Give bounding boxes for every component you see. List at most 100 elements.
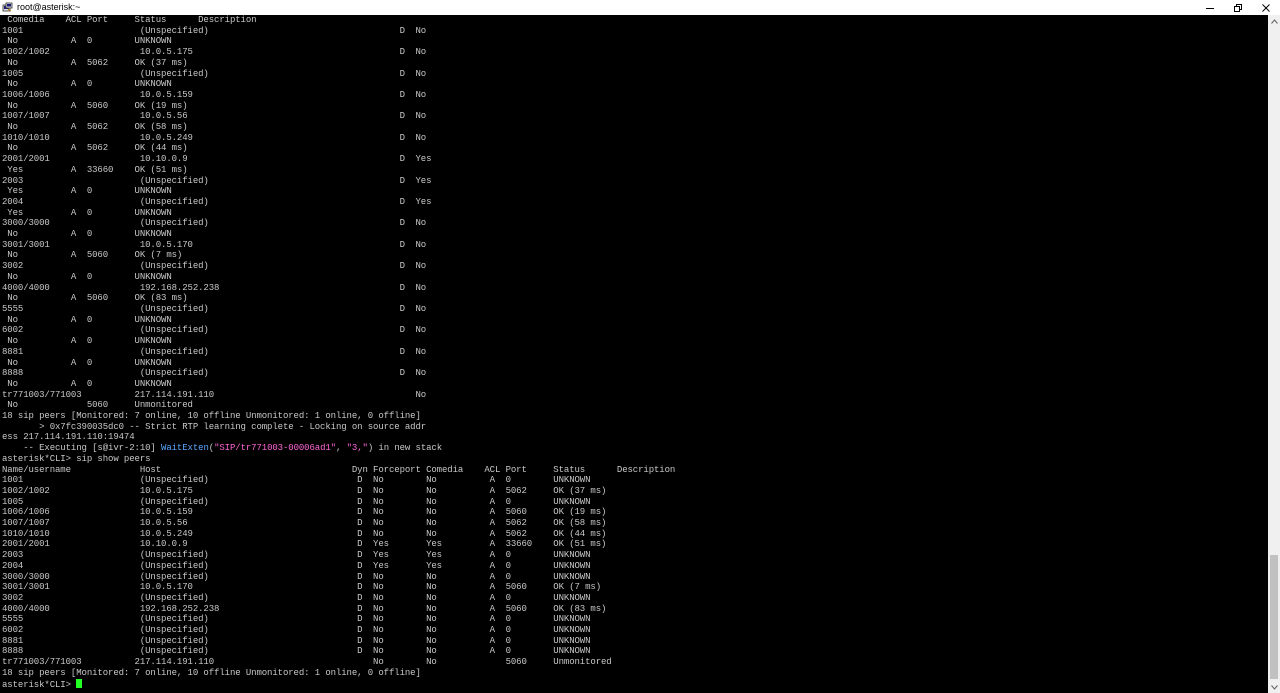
terminal-line: No A 0 UNKNOWN — [2, 379, 1268, 390]
terminal-line-text: No 5060 Unmonitored — [2, 400, 193, 411]
scroll-up-button[interactable] — [1268, 15, 1280, 27]
terminal-line-text: 4000/4000 192.168.252.238 D No — [2, 282, 427, 293]
terminal-line-text: 1007/1007 10.0.5.56 D No No A 5062 OK (5… — [2, 518, 607, 529]
terminal-line-text: 8881 (Unspecified) D No No A 0 UNKNOWN — [2, 635, 591, 646]
vertical-scrollbar[interactable] — [1268, 15, 1280, 693]
scroll-down-button[interactable] — [1268, 681, 1280, 693]
terminal-line-text: tr771003/771003 217.114.191.110 No — [2, 389, 427, 400]
terminal-line-text: 8888 (Unspecified) D No No A 0 UNKNOWN — [2, 646, 591, 657]
terminal-line: 3002 (Unspecified) D No — [2, 261, 1268, 272]
terminal-line-text: 1005 (Unspecified) D No No A 0 UNKNOWN — [2, 496, 591, 507]
terminal-line-text: 18 sip peers [Monitored: 7 online, 10 of… — [2, 667, 421, 678]
terminal-line-text: No A 0 UNKNOWN — [2, 36, 172, 47]
terminal-line: 3000/3000 (Unspecified) D No — [2, 218, 1268, 229]
terminal-line-text: 6002 (Unspecified) D No — [2, 325, 427, 336]
putty-terminal-icon[interactable] — [2, 2, 13, 13]
terminal-line-text: 2001/2001 10.10.0.9 D Yes — [2, 154, 432, 165]
terminal-line: No A 0 UNKNOWN — [2, 336, 1268, 347]
terminal-line: Yes A 0 UNKNOWN — [2, 208, 1268, 219]
close-icon — [1262, 3, 1270, 12]
terminal-line-text: ess 217.114.191.110:19474 — [2, 432, 135, 443]
terminal-line: asterisk*CLI> sip show peers — [2, 454, 1268, 465]
title-bar[interactable]: root@asterisk:~ — [0, 0, 1280, 15]
terminal-line-text: No A 5060 OK (19 ms) — [2, 100, 188, 111]
terminal-line: -- Executing [s@ivr-2:10] WaitExten("SIP… — [2, 443, 1268, 454]
terminal-line-text: 2003 (Unspecified) D Yes Yes A 0 UNKNOWN — [2, 550, 591, 561]
terminal-line: No A 5060 OK (83 ms) — [2, 293, 1268, 304]
terminal-line-text: 8888 (Unspecified) D No — [2, 368, 427, 379]
close-button[interactable] — [1252, 0, 1280, 15]
terminal-line: No A 5062 OK (37 ms) — [2, 58, 1268, 69]
terminal-line-text: 5555 (Unspecified) D No — [2, 303, 427, 314]
terminal-line-text: No A 0 UNKNOWN — [2, 357, 172, 368]
terminal-line-text: 1006/1006 10.0.5.159 D No — [2, 89, 427, 100]
terminal-line: 1001 (Unspecified) D No — [2, 26, 1268, 37]
terminal-line: 18 sip peers [Monitored: 7 online, 10 of… — [2, 411, 1268, 422]
terminal-line-text: 1010/1010 10.0.5.249 D No No A 5062 OK (… — [2, 528, 607, 539]
terminal-line: 8881 (Unspecified) D No No A 0 UNKNOWN — [2, 636, 1268, 647]
terminal-line-text: No A 0 UNKNOWN — [2, 314, 172, 325]
terminal-line-text: 8881 (Unspecified) D No — [2, 346, 427, 357]
terminal-line: 1002/1002 10.0.5.175 D No No A 5062 OK (… — [2, 486, 1268, 497]
terminal-line: No A 0 UNKNOWN — [2, 36, 1268, 47]
terminal-line: Yes A 33660 OK (51 ms) — [2, 165, 1268, 176]
terminal-line: 1006/1006 10.0.5.159 D No — [2, 90, 1268, 101]
terminal-line-text: 1002/1002 10.0.5.175 D No No A 5062 OK (… — [2, 485, 607, 496]
terminal-line: 18 sip peers [Monitored: 7 online, 10 of… — [2, 668, 1268, 679]
window-title: root@asterisk:~ — [17, 2, 81, 12]
terminal-line: 8888 (Unspecified) D No No A 0 UNKNOWN — [2, 646, 1268, 657]
dialplan-application: WaitExten — [161, 443, 209, 454]
terminal-line-text: No A 0 UNKNOWN — [2, 79, 172, 90]
terminal-line-text: 2001/2001 10.10.0.9 D Yes Yes A 33660 OK… — [2, 539, 607, 550]
terminal-line-text: 1002/1002 10.0.5.175 D No — [2, 47, 427, 58]
terminal-line-text: -- Executing [s@ivr-2:10] — [2, 443, 162, 454]
terminal-line-text: No A 5062 OK (58 ms) — [2, 122, 188, 133]
terminal-line: No A 5060 OK (19 ms) — [2, 101, 1268, 112]
exec-argument: "3," — [346, 443, 368, 454]
terminal-line-text: 5555 (Unspecified) D No No A 0 UNKNOWN — [2, 614, 591, 625]
terminal-line: No A 0 UNKNOWN — [2, 315, 1268, 326]
terminal-line: > 0x7fc390035dc0 -- Strict RTP learning … — [2, 422, 1268, 433]
restore-button[interactable] — [1224, 0, 1252, 15]
terminal-line: 8888 (Unspecified) D No — [2, 368, 1268, 379]
terminal-line: 2003 (Unspecified) D Yes Yes A 0 UNKNOWN — [2, 550, 1268, 561]
terminal-line: No 5060 Unmonitored — [2, 400, 1268, 411]
terminal-line: Comedia ACL Port Status Description — [2, 15, 1268, 26]
terminal-line: No A 0 UNKNOWN — [2, 79, 1268, 90]
terminal-line-text: 1010/1010 10.0.5.249 D No — [2, 132, 427, 143]
terminal-line: 1007/1007 10.0.5.56 D No No A 5062 OK (5… — [2, 518, 1268, 529]
terminal-line-text: 2004 (Unspecified) D Yes — [2, 196, 432, 207]
terminal-line-text: 18 sip peers [Monitored: 7 online, 10 of… — [2, 411, 421, 422]
terminal-line: Yes A 0 UNKNOWN — [2, 186, 1268, 197]
terminal-line-text: Yes A 33660 OK (51 ms) — [2, 164, 188, 175]
terminal-output[interactable]: Comedia ACL Port Status Description 1001 … — [0, 15, 1268, 693]
terminal-line: 4000/4000 192.168.252.238 D No No A 5060… — [2, 604, 1268, 615]
terminal-line: 6002 (Unspecified) D No — [2, 325, 1268, 336]
scrollbar-thumb[interactable] — [1270, 555, 1278, 679]
terminal-line-text: 1007/1007 10.0.5.56 D No — [2, 111, 427, 122]
terminal-line: 8881 (Unspecified) D No — [2, 347, 1268, 358]
terminal-line: tr771003/771003 217.114.191.110 No No 50… — [2, 657, 1268, 668]
terminal-line: 3001/3001 10.0.5.170 D No — [2, 240, 1268, 251]
terminal-line-text: 1006/1006 10.0.5.159 D No No A 5060 OK (… — [2, 507, 607, 518]
terminal-line: 1007/1007 10.0.5.56 D No — [2, 111, 1268, 122]
terminal-line: 2001/2001 10.10.0.9 D Yes — [2, 154, 1268, 165]
minimize-icon — [1206, 7, 1214, 9]
terminal-text: Comedia ACL Port Status Description 1001 … — [0, 15, 1268, 690]
terminal-line-text: 3001/3001 10.0.5.170 D No — [2, 239, 427, 250]
terminal-line: 1010/1010 10.0.5.249 D No — [2, 133, 1268, 144]
terminal-line: 1006/1006 10.0.5.159 D No No A 5060 OK (… — [2, 507, 1268, 518]
terminal-line-text: Yes A 0 UNKNOWN — [2, 186, 172, 197]
terminal-line: No A 5060 OK (7 ms) — [2, 250, 1268, 261]
minimize-button[interactable] — [1196, 0, 1224, 15]
terminal-line: 2003 (Unspecified) D Yes — [2, 176, 1268, 187]
terminal-line-text: 3002 (Unspecified) D No No A 0 UNKNOWN — [2, 592, 591, 603]
exec-suffix: ) in new stack — [367, 443, 443, 454]
chevron-down-icon — [1270, 684, 1278, 690]
terminal-line-text: Yes A 0 UNKNOWN — [2, 207, 172, 218]
terminal-line-text: 3000/3000 (Unspecified) D No No A 0 UNKN… — [2, 571, 591, 582]
terminal-line: Name/username Host Dyn Forceport Comedia… — [2, 465, 1268, 476]
terminal-line: 6002 (Unspecified) D No No A 0 UNKNOWN — [2, 625, 1268, 636]
cli-prompt-line[interactable]: asterisk*CLI> — [2, 678, 1268, 690]
terminal-line: 1005 (Unspecified) D No — [2, 69, 1268, 80]
